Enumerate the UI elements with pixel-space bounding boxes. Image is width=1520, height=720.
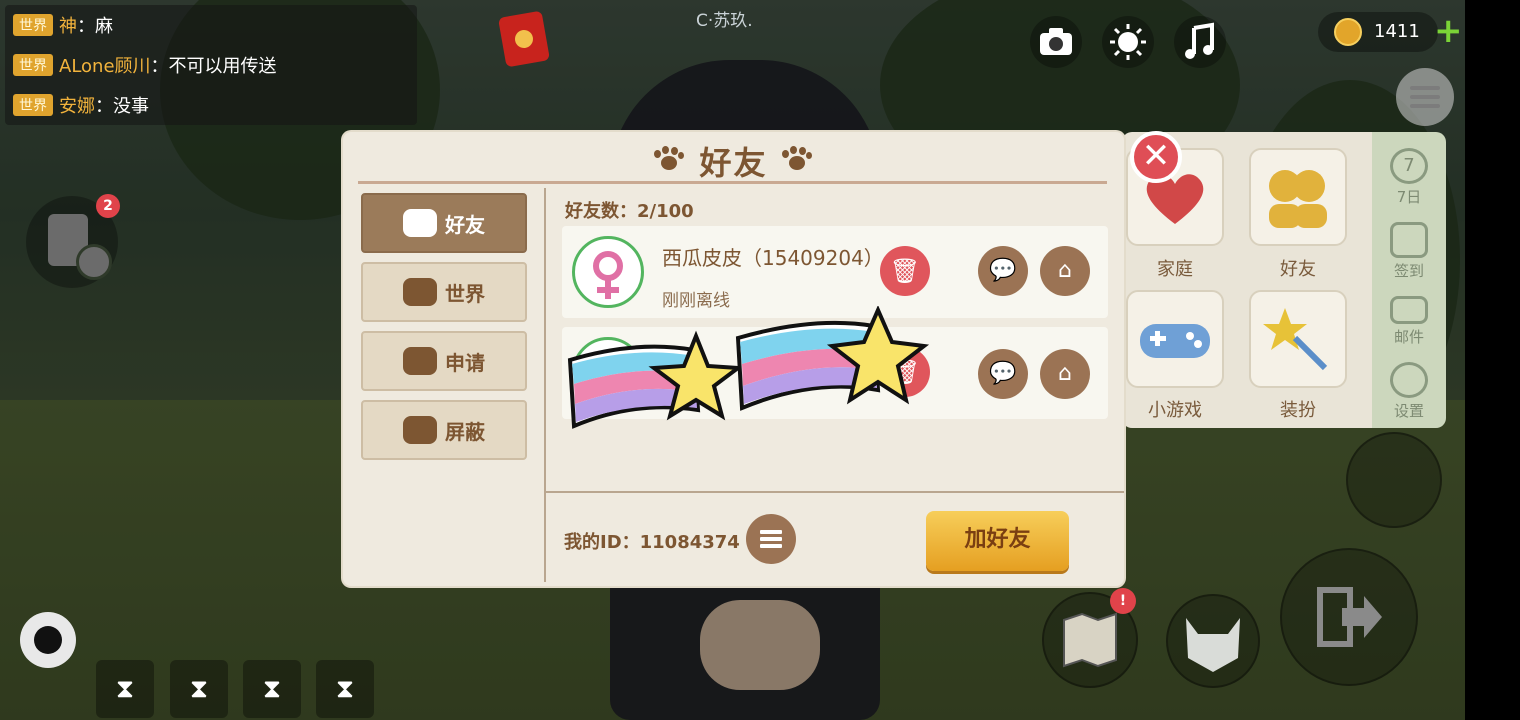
vertical-divider xyxy=(544,188,546,582)
chat-sender: 神 xyxy=(59,16,77,37)
minigame-label: 小游戏 xyxy=(1148,400,1202,421)
dialog-title: 好友 xyxy=(699,144,768,182)
settings-item[interactable]: 设置 xyxy=(1380,362,1438,421)
copy-line xyxy=(760,530,782,534)
friend-count: 好友数：2/100 xyxy=(565,201,694,222)
close-icon[interactable]: ✕ xyxy=(1130,131,1182,183)
emote-slot-3[interactable]: ⧗ xyxy=(243,660,301,718)
add-user-icon xyxy=(403,347,437,375)
teleport-icon[interactable]: ⌂ xyxy=(1040,246,1090,296)
menu-line xyxy=(1410,95,1440,99)
chat-line: 世界 安娜：没事 xyxy=(13,92,149,118)
envelope-coin xyxy=(513,28,535,50)
room-name: C·苏玖. xyxy=(696,11,753,31)
backpack-icon[interactable] xyxy=(1346,432,1442,528)
emote-slot-2[interactable]: ⧗ xyxy=(170,660,228,718)
coin-counter: 1411 xyxy=(1318,12,1438,52)
minigame-tile[interactable] xyxy=(1126,290,1224,388)
tab-label: 屏蔽 xyxy=(445,419,485,444)
delete-friend-button[interactable]: 🗑 xyxy=(880,246,930,296)
block-user-icon xyxy=(403,416,437,444)
task-clock xyxy=(76,244,112,280)
chat-sender: 安娜 xyxy=(59,96,95,117)
menu-line xyxy=(1410,86,1440,90)
mail-icon xyxy=(1390,296,1428,324)
emote-slot-4[interactable]: ⧗ xyxy=(316,660,374,718)
friends-label: 好友 xyxy=(1280,259,1316,280)
tab-requests[interactable]: 申请 xyxy=(361,331,527,391)
chat-message: 没事 xyxy=(113,96,149,117)
sign-in-item[interactable]: 签到 xyxy=(1380,222,1438,281)
copy-id-button[interactable] xyxy=(746,514,796,564)
gamepad-icon xyxy=(403,278,437,306)
settings-label: 设置 xyxy=(1393,402,1424,420)
friend-status: 刚刚离线 xyxy=(662,291,730,311)
add-coins-button[interactable]: + xyxy=(1434,14,1463,48)
chat-channel-tag: 世界 xyxy=(13,54,53,76)
chat-message: 不可以用传送 xyxy=(168,56,277,77)
seven-day-label: 7日 xyxy=(1396,188,1422,206)
red-envelope-icon[interactable] xyxy=(497,10,551,68)
chat-separator: ： xyxy=(150,56,169,77)
horizontal-divider xyxy=(546,491,1124,493)
avatar xyxy=(572,236,644,308)
joystick[interactable] xyxy=(20,612,76,668)
friends-tab-icon xyxy=(403,209,437,237)
tab-friends[interactable]: 好友 xyxy=(361,193,527,253)
calendar-check-icon xyxy=(1390,222,1428,258)
seven-day-item[interactable]: 7 7日 xyxy=(1380,148,1438,207)
camera-icon[interactable] xyxy=(1030,16,1082,68)
shooting-star-sticker xyxy=(567,330,742,429)
copy-line xyxy=(760,544,782,548)
chat-bubble-icon[interactable]: 💬 xyxy=(978,349,1028,399)
tab-label: 世界 xyxy=(445,281,485,306)
family-label: 家庭 xyxy=(1157,259,1193,280)
chat-line: 世界 神：麻 xyxy=(13,12,113,38)
menu-line xyxy=(1410,104,1440,108)
seven-day-icon: 7 xyxy=(1390,148,1428,184)
chat-bubble-icon[interactable]: 💬 xyxy=(978,246,1028,296)
chat-channel-tag: 世界 xyxy=(13,14,53,36)
copy-line xyxy=(760,537,782,541)
female-icon-bar xyxy=(597,287,619,293)
coin-amount: 1411 xyxy=(1374,21,1420,42)
menu-list-icon[interactable] xyxy=(1396,68,1454,126)
tab-blocked[interactable]: 屏蔽 xyxy=(361,400,527,460)
female-icon xyxy=(593,251,623,281)
chat-channel-tag: 世界 xyxy=(13,94,53,116)
mail-item[interactable]: 邮件 xyxy=(1380,296,1438,347)
dressup-label: 装扮 xyxy=(1280,400,1316,421)
add-friend-button[interactable]: 加好友 xyxy=(926,511,1069,571)
tab-world[interactable]: 世界 xyxy=(361,262,527,322)
sun-icon[interactable] xyxy=(1102,16,1154,68)
title-divider xyxy=(358,181,1107,184)
screen-edge xyxy=(1465,0,1520,720)
map-alert-badge: ! xyxy=(1110,588,1136,614)
chat-separator: ： xyxy=(95,96,113,117)
friend-name: 西瓜皮皮（15409204） xyxy=(662,246,884,270)
chat-separator: ： xyxy=(77,16,95,37)
friend-row[interactable]: 西瓜皮皮（15409204） 刚刚离线 🗑 💬 ⌂ xyxy=(562,226,1108,318)
mail-label: 邮件 xyxy=(1393,328,1424,346)
teleport-icon[interactable]: ⌂ xyxy=(1040,349,1090,399)
my-id: 我的ID：11084374 xyxy=(564,532,740,553)
music-note-icon[interactable] xyxy=(1174,16,1226,68)
friends-tile[interactable] xyxy=(1249,148,1347,246)
chat-message: 麻 xyxy=(95,16,113,37)
coin-icon xyxy=(1334,18,1362,46)
chat-line: 世界 ALone顾川：不可以用传送 xyxy=(13,52,277,78)
tab-label: 好友 xyxy=(445,212,485,237)
sign-in-label: 签到 xyxy=(1393,262,1424,280)
dressup-tile[interactable] xyxy=(1249,290,1347,388)
chat-sender: ALone顾川 xyxy=(59,56,151,77)
emote-slot-1[interactable]: ⧗ xyxy=(96,660,154,718)
exit-door-icon[interactable] xyxy=(1280,548,1418,686)
shooting-star-sticker xyxy=(735,306,930,411)
cat-face-icon[interactable] xyxy=(1166,594,1260,688)
tab-label: 申请 xyxy=(445,350,485,375)
world-chat-panel[interactable]: 世界 神：麻 世界 ALone顾川：不可以用传送 世界 安娜：没事 xyxy=(5,5,417,125)
gear-icon xyxy=(1390,362,1428,398)
task-notification-badge: 2 xyxy=(96,194,120,218)
